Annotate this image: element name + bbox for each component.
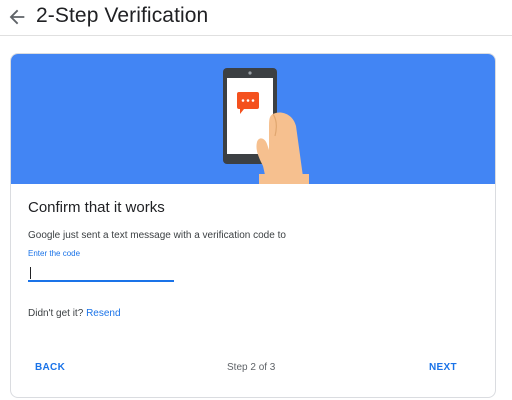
resend-row: Didn't get it? Resend (28, 307, 121, 321)
back-button[interactable]: BACK (35, 362, 65, 373)
code-field-label: Enter the code (28, 249, 81, 258)
verification-code-input[interactable] (28, 263, 174, 282)
phone-with-message-icon (223, 68, 309, 184)
step-indicator: Step 2 of 3 (227, 362, 276, 373)
page-title: 2-Step Verification (36, 4, 209, 27)
arrow-left-icon[interactable] (6, 6, 28, 28)
verification-message: Google just sent a text message with a v… (28, 230, 286, 241)
verification-card: Confirm that it works Google just sent a… (10, 53, 496, 398)
resend-prompt: Didn't get it? (28, 308, 84, 319)
resend-link[interactable]: Resend (86, 308, 120, 319)
card-heading: Confirm that it works (28, 199, 165, 216)
page: 2-Step Verification Confirm that it work… (0, 0, 512, 400)
next-button[interactable]: NEXT (429, 362, 457, 373)
hero-banner (11, 54, 495, 184)
app-header: 2-Step Verification (0, 0, 512, 36)
text-caret (30, 267, 31, 279)
